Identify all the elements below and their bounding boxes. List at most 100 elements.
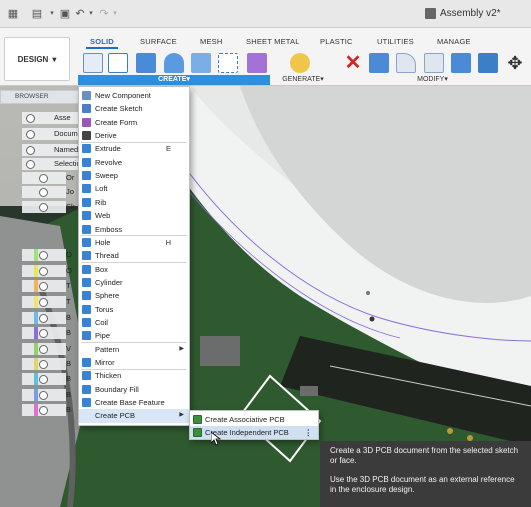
menu-item-create-form[interactable]: Create Form xyxy=(79,116,189,129)
visibility-eye-icon[interactable] xyxy=(39,297,48,307)
menu-item-torus[interactable]: Torus xyxy=(79,303,189,316)
browser-tree-row[interactable]: B xyxy=(66,327,71,339)
browser-tree-row[interactable]: T xyxy=(66,296,71,308)
browser-tree-row[interactable]: B xyxy=(66,404,71,416)
save-icon[interactable]: ▣ xyxy=(58,7,72,21)
tab-solid[interactable]: SOLID xyxy=(90,37,114,46)
file-icon[interactable]: ▤ xyxy=(30,7,44,21)
visibility-eye-icon[interactable] xyxy=(26,129,35,139)
browser-tree-row[interactable]: B xyxy=(66,373,71,385)
visibility-eye-icon[interactable] xyxy=(26,159,35,169)
browser-tree-row[interactable]: T xyxy=(66,280,71,292)
menu-item-create-independent-pcb[interactable]: Create Independent PCB ⋮ xyxy=(190,426,318,439)
create-group-dropdown[interactable]: CREATE▾ xyxy=(78,75,270,85)
workspace-label: DESIGN xyxy=(17,54,49,64)
menu-item-derive[interactable]: Derive xyxy=(79,129,189,142)
menu-item-cylinder[interactable]: Cylinder xyxy=(79,276,189,289)
generate-group-dropdown[interactable]: GENERATE▾ xyxy=(279,75,327,85)
tab-surface[interactable]: SURFACE xyxy=(140,37,177,46)
shell-tool-icon[interactable] xyxy=(451,53,471,73)
menu-item-sphere[interactable]: Sphere xyxy=(79,289,189,302)
visibility-eye-icon[interactable] xyxy=(39,374,48,384)
menu-item-pipe[interactable]: Pipe xyxy=(79,329,189,342)
browser-tree-row[interactable]: Named xyxy=(54,144,78,156)
menu-item-boundary-fill[interactable]: Boundary Fill xyxy=(79,383,189,396)
menu-item-sweep[interactable]: Sweep xyxy=(79,169,189,182)
browser-tree-row[interactable]: V xyxy=(66,343,71,355)
menu-item-thicken[interactable]: Thicken xyxy=(79,369,189,382)
combine-tool-icon[interactable] xyxy=(478,53,498,73)
move-tool-icon[interactable]: ✥ xyxy=(505,53,525,73)
menu-item-create-pcb[interactable]: Create PCB ▶ xyxy=(79,409,189,423)
browser-tree-row[interactable]: Jo xyxy=(66,186,74,198)
press-pull-tool-icon[interactable] xyxy=(369,53,389,73)
redo-dropdown-icon[interactable]: ▾ xyxy=(108,7,122,21)
create-form-tool-icon[interactable] xyxy=(247,53,267,73)
menu-item-create-associative-pcb[interactable]: Create Associative PCB xyxy=(190,413,318,426)
chevron-down-icon: ▾ xyxy=(444,76,448,83)
visibility-eye-icon[interactable] xyxy=(39,359,48,369)
browser-tree-row[interactable]: Selectio xyxy=(54,158,81,170)
menu-item-pattern[interactable]: Pattern ▶ xyxy=(79,343,189,356)
visibility-eye-icon[interactable] xyxy=(39,202,48,212)
extrude-tool-icon[interactable] xyxy=(136,53,156,73)
tab-plastic[interactable]: PLASTIC xyxy=(320,37,353,46)
visibility-eye-icon[interactable] xyxy=(39,266,48,276)
menu-item-web[interactable]: Web xyxy=(79,209,189,222)
visibility-eye-icon[interactable] xyxy=(39,187,48,197)
menu-item-rib[interactable]: Rib xyxy=(79,196,189,209)
browser-tree-row[interactable]: Docum xyxy=(54,128,78,140)
revolve-tool-icon[interactable] xyxy=(164,53,184,73)
visibility-eye-icon[interactable] xyxy=(39,281,48,291)
visibility-eye-icon[interactable] xyxy=(39,173,48,183)
visibility-eye-icon[interactable] xyxy=(39,390,48,400)
tab-utilities[interactable]: UTILITIES xyxy=(377,37,414,46)
modify-group-dropdown[interactable]: MODIFY▾ xyxy=(340,75,525,85)
browser-tree-row[interactable]: Or xyxy=(66,172,74,184)
browser-tree-row[interactable]: Asse xyxy=(54,112,71,124)
menu-item-box[interactable]: Box xyxy=(79,263,189,276)
visibility-eye-icon[interactable] xyxy=(39,344,48,354)
menu-item-thread[interactable]: Thread xyxy=(79,249,189,262)
menu-item-revolve[interactable]: Revolve xyxy=(79,156,189,169)
menu-item-create-sketch[interactable]: Create Sketch xyxy=(79,102,189,115)
pattern-tool-icon[interactable] xyxy=(218,53,238,73)
new-component-tool-icon[interactable] xyxy=(83,53,103,73)
browser-tree-row[interactable]: B xyxy=(66,389,71,401)
visibility-eye-icon[interactable] xyxy=(26,145,35,155)
browser-tree-row[interactable]: Sk xyxy=(66,201,75,213)
chamfer-tool-icon[interactable] xyxy=(424,53,444,73)
menu-item-extrude[interactable]: Extrude E xyxy=(79,142,189,155)
file-dropdown-icon[interactable]: ▾ xyxy=(45,7,59,21)
menu-item-label: Loft xyxy=(95,184,108,194)
menu-item-new-component[interactable]: New Component xyxy=(79,89,189,102)
browser-tree-row[interactable]: O xyxy=(66,249,72,261)
visibility-eye-icon[interactable] xyxy=(39,328,48,338)
undo-dropdown-icon[interactable]: ▾ xyxy=(84,7,98,21)
menu-item-create-base-feature[interactable]: Create Base Feature xyxy=(79,396,189,409)
menu-item-emboss[interactable]: Emboss xyxy=(79,223,189,236)
visibility-eye-icon[interactable] xyxy=(26,113,35,123)
visibility-eye-icon[interactable] xyxy=(39,313,48,323)
delete-tool-icon[interactable]: ✕ xyxy=(343,53,363,73)
tab-mesh[interactable]: MESH xyxy=(200,37,222,46)
browser-tree-row[interactable]: O xyxy=(66,265,72,277)
hole-tool-icon[interactable] xyxy=(191,53,211,73)
menu-item-mirror[interactable]: Mirror xyxy=(79,356,189,369)
component-color-swatch xyxy=(34,312,38,324)
more-options-icon[interactable]: ⋮ xyxy=(305,426,313,439)
fillet-tool-icon[interactable] xyxy=(396,53,416,73)
generative-design-tool-icon[interactable] xyxy=(290,53,310,73)
browser-tree-row[interactable]: B xyxy=(66,312,71,324)
app-grid-icon[interactable]: ▦ xyxy=(6,7,20,21)
create-sketch-tool-icon[interactable] xyxy=(108,53,128,73)
menu-item-loft[interactable]: Loft xyxy=(79,182,189,195)
menu-item-coil[interactable]: Coil xyxy=(79,316,189,329)
tab-sheet-metal[interactable]: SHEET METAL xyxy=(246,37,300,46)
browser-tree-row[interactable]: B xyxy=(66,358,71,370)
visibility-eye-icon[interactable] xyxy=(39,405,48,415)
menu-item-hole[interactable]: Hole H xyxy=(79,236,189,249)
tab-manage[interactable]: MANAGE xyxy=(437,37,471,46)
workspace-switcher-button[interactable]: DESIGN ▾ xyxy=(4,37,70,81)
visibility-eye-icon[interactable] xyxy=(39,250,48,260)
